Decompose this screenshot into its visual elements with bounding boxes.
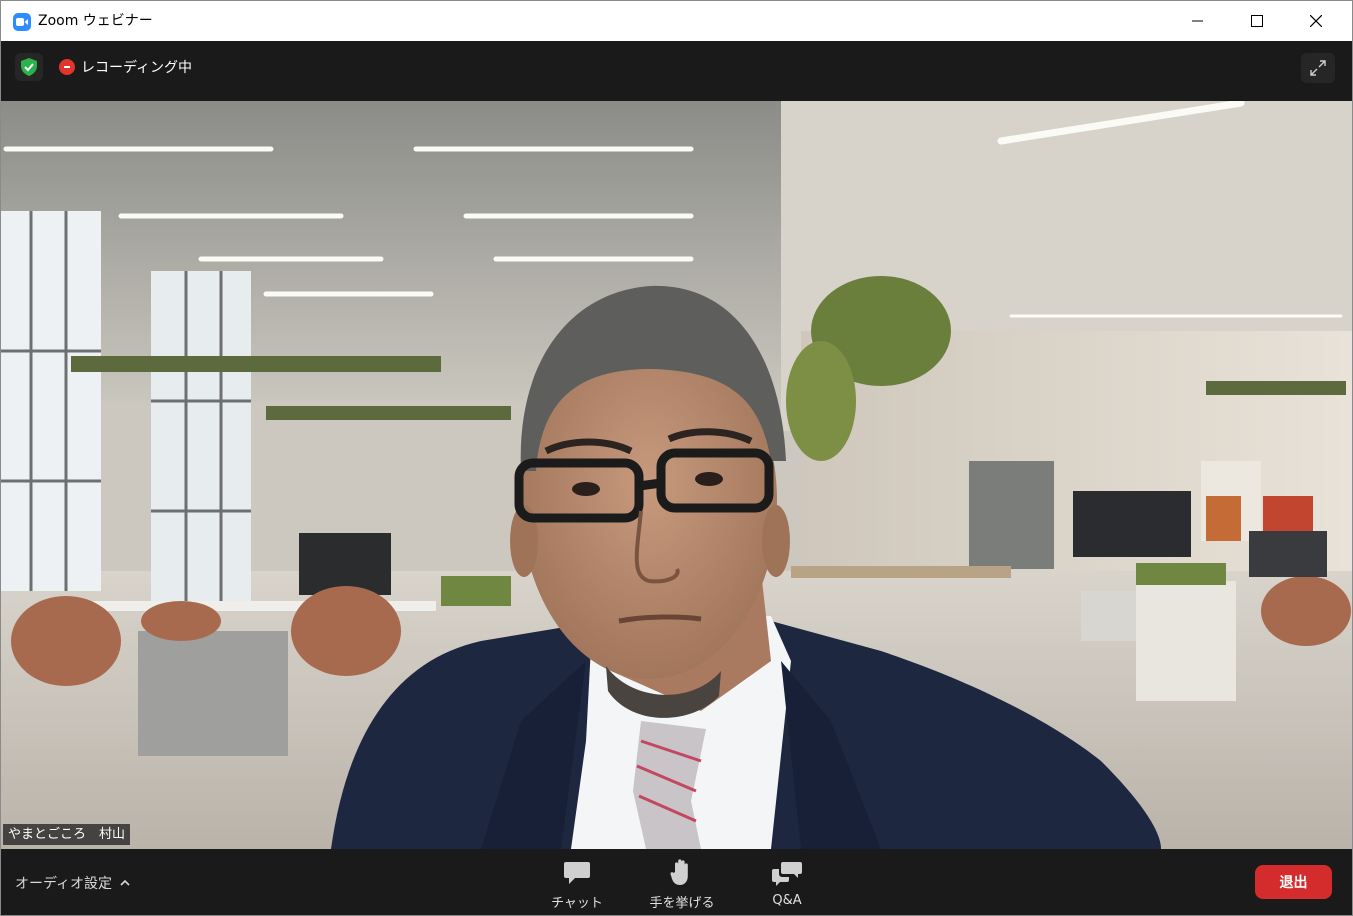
speaker-video <box>1 101 1352 849</box>
qa-button[interactable]: Q&A <box>742 857 832 911</box>
video-area: やまとごころ 村山 <box>1 101 1352 849</box>
chat-label: チャット <box>551 896 603 911</box>
maximize-button[interactable] <box>1228 1 1286 41</box>
close-icon <box>1310 15 1322 27</box>
raise-hand-icon <box>670 859 688 885</box>
meeting-bottom-bar: オーディオ設定 チャット 手を挙げる Q&A 退出 <box>1 849 1352 915</box>
recording-indicator[interactable]: レコーディング中 <box>53 53 198 81</box>
participant-name-label: やまとごころ 村山 <box>3 824 131 845</box>
recording-icon <box>59 59 75 75</box>
raise-hand-button[interactable]: 手を挙げる <box>637 857 727 911</box>
minimize-icon <box>1192 20 1203 22</box>
audio-settings-label: オーディオ設定 <box>15 876 113 892</box>
close-button[interactable] <box>1287 1 1345 41</box>
recording-label: レコーディング中 <box>81 60 193 76</box>
meeting-top-bar: レコーディング中 <box>1 41 1352 101</box>
zoom-webinar-window: Zoom ウェビナー レコーディング中 やまとごころ 村山 オーディオ設定 チャ… <box>0 0 1353 916</box>
zoom-app-icon <box>13 13 31 31</box>
audio-settings-button[interactable]: オーディオ設定 <box>15 873 130 893</box>
qa-icon <box>772 862 802 886</box>
leave-button[interactable]: 退出 <box>1255 865 1332 899</box>
title-bar: Zoom ウェビナー <box>1 1 1352 41</box>
chat-icon <box>564 862 590 884</box>
raise-hand-label: 手を挙げる <box>649 896 715 911</box>
fullscreen-icon <box>1310 60 1326 76</box>
minimize-button[interactable] <box>1169 1 1227 41</box>
qa-label: Q&A <box>772 893 802 908</box>
fullscreen-button[interactable] <box>1301 53 1335 83</box>
chevron-up-icon <box>120 879 130 886</box>
security-shield-icon <box>21 58 37 76</box>
security-button[interactable] <box>15 53 43 81</box>
window-title: Zoom ウェビナー <box>38 13 153 29</box>
maximize-icon <box>1251 15 1263 27</box>
chat-button[interactable]: チャット <box>532 857 622 911</box>
